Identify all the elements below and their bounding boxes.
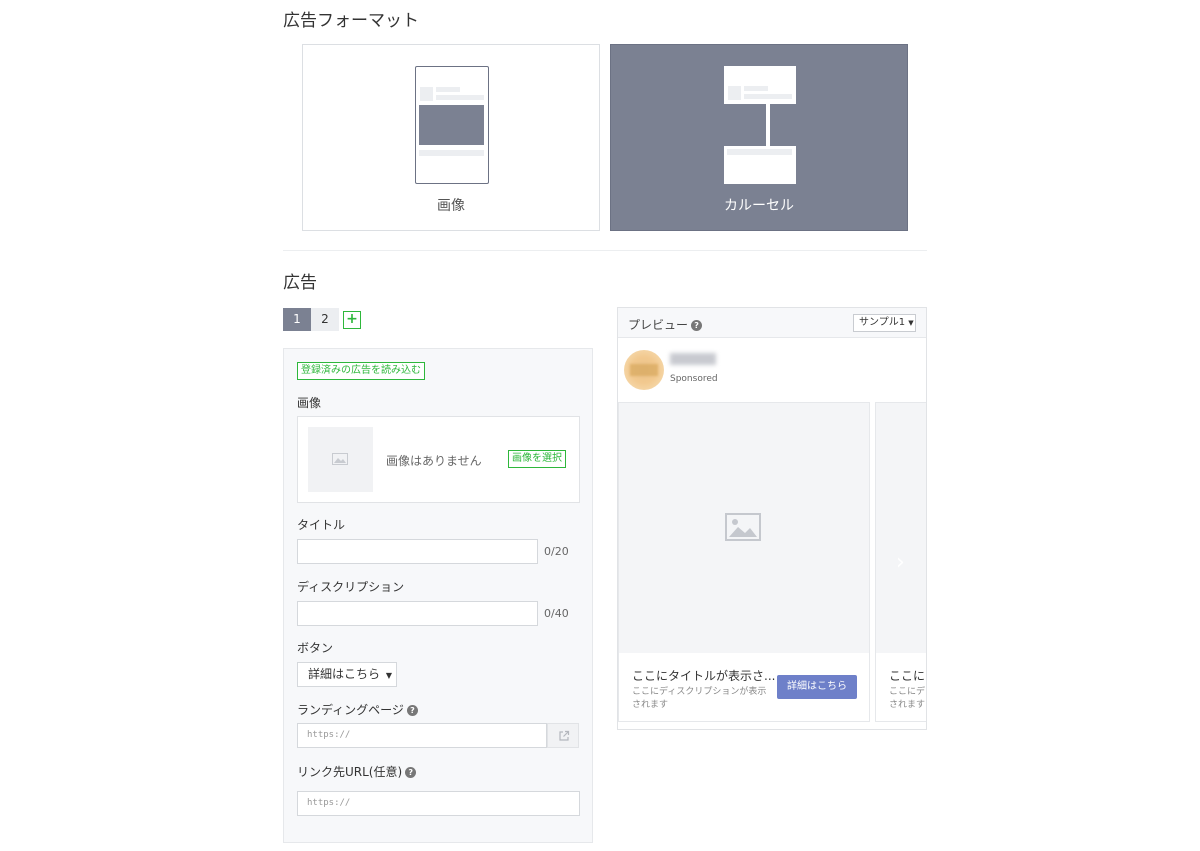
carousel-format-illustration — [724, 66, 796, 184]
landing-page-label: ランディングページ? — [297, 701, 418, 718]
preview-title: プレビュー? — [628, 316, 703, 333]
caret-down-icon: ▼ — [385, 671, 392, 680]
format-section-title: 広告フォーマット — [283, 11, 419, 31]
add-ad-button[interactable]: + — [343, 311, 361, 329]
card-image — [619, 403, 869, 653]
carousel-card[interactable]: ここにタイトルが表示さ... ここにディスクリプションが表示されます 詳細はこち… — [618, 402, 870, 722]
external-link-icon — [559, 730, 570, 741]
image-upload-box: 画像はありません 画像を選択 — [297, 416, 580, 503]
ad-tab-2[interactable]: 2 — [311, 308, 339, 331]
load-registered-ad-button[interactable]: 登録済みの広告を読み込む — [297, 362, 425, 380]
plus-icon: + — [346, 311, 358, 327]
format-option-carousel[interactable]: カルーセル — [610, 44, 908, 231]
ad-tab-1[interactable]: 1 — [283, 308, 311, 331]
help-icon[interactable]: ? — [405, 767, 417, 778]
button-type-select[interactable]: 詳細はこちら ▼ — [297, 662, 397, 687]
description-input[interactable] — [297, 601, 538, 626]
card-title: ここにタ — [889, 669, 926, 683]
account-name-blurred — [670, 353, 716, 365]
card-image: › — [876, 403, 926, 653]
account-avatar — [624, 350, 664, 390]
card-cta-button[interactable]: 詳細はこちら — [777, 675, 857, 699]
preview-panel: プレビュー? サンプル1 ▼ Sponsored ここにタイトルが表示さ... … — [617, 307, 927, 730]
landing-page-input[interactable]: https:// — [297, 723, 547, 748]
ad-editor-panel: 登録済みの広告を読み込む 画像 画像はありません 画像を選択 タイトル 0/20… — [283, 348, 593, 843]
description-char-counter: 0/40 — [544, 607, 569, 620]
landing-page-label-text: ランディングページ — [297, 703, 404, 717]
sponsored-label: Sponsored — [670, 374, 718, 384]
format-option-label: カルーセル — [724, 198, 794, 214]
title-char-counter: 0/20 — [544, 545, 569, 558]
button-type-value: 詳細はこちら — [308, 667, 381, 681]
help-icon[interactable]: ? — [691, 320, 703, 331]
preview-title-text: プレビュー — [628, 318, 689, 332]
title-input[interactable] — [297, 539, 538, 564]
ads-section-title: 広告 — [283, 273, 317, 293]
image-field-label: 画像 — [297, 396, 322, 410]
sample-select-value: サンプル1 — [859, 317, 906, 328]
link-url-label-text: リンク先URL(任意) — [297, 765, 403, 779]
card-title: ここにタイトルが表示さ... — [632, 669, 776, 683]
card-description: ここにディスクリプションが表示されます — [632, 687, 767, 710]
section-divider — [283, 250, 927, 251]
select-image-button[interactable]: 画像を選択 — [508, 450, 566, 468]
format-option-image[interactable]: 画像 — [302, 44, 600, 231]
image-format-illustration — [415, 66, 489, 184]
image-placeholder-icon — [725, 513, 761, 541]
format-option-label: 画像 — [437, 198, 465, 214]
no-image-text: 画像はありません — [386, 454, 482, 468]
preview-header: プレビュー? サンプル1 ▼ — [618, 308, 926, 338]
help-icon[interactable]: ? — [406, 705, 418, 716]
title-field-label: タイトル — [297, 518, 346, 532]
card-description: ここにデ されます — [889, 687, 926, 710]
carousel-card[interactable]: › ここにタ ここにデ されます — [875, 402, 926, 722]
image-thumbnail — [308, 427, 373, 492]
link-url-label: リンク先URL(任意)? — [297, 763, 417, 780]
image-placeholder-icon — [332, 453, 348, 465]
sample-select[interactable]: サンプル1 ▼ — [853, 314, 916, 332]
caret-down-icon: ▼ — [908, 319, 914, 327]
description-field-label: ディスクリプション — [297, 580, 405, 594]
button-field-label: ボタン — [297, 641, 334, 655]
chevron-right-icon[interactable]: › — [896, 550, 905, 575]
open-landing-page-button[interactable] — [547, 723, 579, 748]
link-url-input[interactable]: https:// — [297, 791, 580, 816]
